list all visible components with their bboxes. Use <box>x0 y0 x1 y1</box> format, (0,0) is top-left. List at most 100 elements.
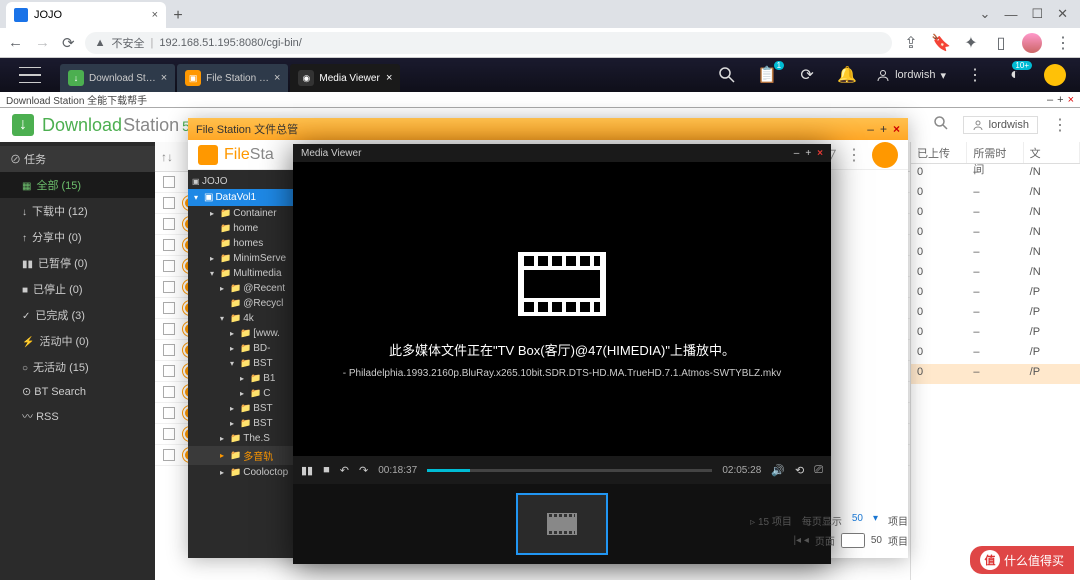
tree-node[interactable]: ▾📁BST <box>188 356 308 371</box>
tree-node[interactable]: ▸📁MinimServe <box>188 251 308 266</box>
close-icon[interactable]: ✕ <box>1057 6 1068 22</box>
tree-volume[interactable]: ▾▣ DataVol1 <box>188 189 308 206</box>
checkbox[interactable] <box>163 281 175 293</box>
search-icon[interactable] <box>716 64 738 86</box>
maximize-icon[interactable]: + <box>880 122 887 136</box>
maximize-icon[interactable]: ☐ <box>1031 6 1043 22</box>
cast-icon[interactable]: ⎚ <box>814 464 823 477</box>
minimize-icon[interactable]: — <box>1004 7 1017 22</box>
volume-icon[interactable]: 🔊 <box>771 464 785 477</box>
checkbox[interactable] <box>163 407 175 419</box>
refresh-icon[interactable]: ⟳ <box>796 64 818 86</box>
next-button[interactable]: ↷ <box>359 464 368 477</box>
tree-node[interactable]: ▸📁Container <box>188 206 308 221</box>
browser-tab[interactable]: JOJO × <box>6 2 166 28</box>
page-input[interactable] <box>841 533 865 548</box>
tree-node[interactable]: ▸📁BST <box>188 401 308 416</box>
checkbox[interactable] <box>163 302 175 314</box>
tree-node[interactable]: ▸📁The.S <box>188 431 308 446</box>
ds-user[interactable]: lordwish <box>963 116 1038 134</box>
fs-titlebar[interactable]: File Station 文件总管 – + × <box>188 118 908 140</box>
sort-icon[interactable]: ↑↓ <box>161 150 173 164</box>
pause-button[interactable]: ▮▮ <box>301 464 313 477</box>
dashboard-icon[interactable]: ◐10+ <box>1004 64 1026 86</box>
close-icon[interactable]: × <box>817 148 823 159</box>
more-icon[interactable]: ⋮ <box>1052 115 1068 135</box>
close-icon[interactable]: × <box>893 122 900 136</box>
tree-node[interactable]: 📁home <box>188 221 308 236</box>
url-input[interactable]: ▲ 不安全 | 192.168.51.195:8080/cgi-bin/ <box>85 32 892 54</box>
tree-root[interactable]: ▣JOJO <box>188 174 308 189</box>
bell-icon[interactable]: 🔔 <box>836 64 858 86</box>
tree-node[interactable]: ▸📁B1 <box>188 371 308 386</box>
user-menu[interactable]: lordwish ▾ <box>876 68 946 82</box>
mv-titlebar[interactable]: Media Viewer – + × <box>293 144 831 162</box>
checkbox[interactable] <box>163 239 175 251</box>
forward-icon[interactable]: → <box>35 34 50 52</box>
tree-node[interactable]: ▸📁BD- <box>188 341 308 356</box>
tree-node[interactable]: ▾📁4k <box>188 311 308 326</box>
seek-bar[interactable] <box>427 469 712 472</box>
bookmark-icon[interactable]: 🔖 <box>932 34 950 52</box>
tree-node-selected[interactable]: ▸📁多音轨 <box>188 446 308 465</box>
checkbox[interactable] <box>163 386 175 398</box>
sidebar-bt-search[interactable]: ⊙ BT Search <box>0 380 155 403</box>
apps-icon[interactable]: ▯ <box>992 34 1010 52</box>
tree-node[interactable]: 📁homes <box>188 236 308 251</box>
more-icon[interactable]: ⋮ <box>964 64 986 86</box>
checkbox[interactable] <box>163 197 175 209</box>
tab-close-icon[interactable]: × <box>152 9 158 21</box>
close-icon[interactable]: × <box>386 72 392 84</box>
avatar[interactable] <box>1044 64 1066 86</box>
new-tab-button[interactable]: + <box>166 4 190 28</box>
sidebar-item-inactive[interactable]: ○无活动 (15) <box>0 354 155 380</box>
tree-node[interactable]: 📁@Recycl <box>188 296 308 311</box>
prev-button[interactable]: ↶ <box>340 464 349 477</box>
checkbox[interactable] <box>163 344 175 356</box>
action-button[interactable] <box>872 142 898 168</box>
sidebar-item-downloading[interactable]: ↓下载中 (12) <box>0 198 155 224</box>
share-icon[interactable]: ⇪ <box>902 34 920 52</box>
checkbox[interactable] <box>163 365 175 377</box>
tree-node[interactable]: ▸📁@Recent <box>188 281 308 296</box>
clipboard-icon[interactable]: 📋1 <box>756 64 778 86</box>
back-icon[interactable]: ← <box>8 34 23 52</box>
close-icon[interactable]: × <box>274 72 280 84</box>
loop-icon[interactable]: ⟲ <box>795 464 804 477</box>
tree-node[interactable]: ▸📁Cooloctop <box>188 465 308 480</box>
minimize-icon[interactable]: – <box>867 122 874 136</box>
checkbox[interactable] <box>163 176 175 188</box>
profile-avatar[interactable] <box>1022 33 1042 53</box>
sidebar-item-all[interactable]: ▦全部 (15) <box>0 172 155 198</box>
checkbox[interactable] <box>163 428 175 440</box>
minimize-icon[interactable]: – <box>1047 94 1053 106</box>
qnap-tab-filestation[interactable]: ▣ File Station … × <box>177 64 288 92</box>
minimize-icon[interactable]: – <box>794 148 800 159</box>
close-icon[interactable]: × <box>161 72 167 84</box>
sidebar-item-paused[interactable]: ▮▮已暂停 (0) <box>0 250 155 276</box>
qnap-tab-mediaviewer[interactable]: ◉ Media Viewer × <box>290 64 400 92</box>
more-icon[interactable]: ⋮ <box>846 145 862 165</box>
sidebar-item-sharing[interactable]: ↑分享中 (0) <box>0 224 155 250</box>
maximize-icon[interactable]: + <box>805 148 811 159</box>
stop-button[interactable]: ■ <box>323 464 330 476</box>
qnap-tab-download[interactable]: ↓ Download St… × <box>60 64 175 92</box>
tree-node[interactable]: ▸📁BST <box>188 416 308 431</box>
extension-icon[interactable]: ✦ <box>962 34 980 52</box>
close-icon[interactable]: × <box>1068 94 1074 106</box>
checkbox[interactable] <box>163 218 175 230</box>
maximize-icon[interactable]: + <box>1057 94 1063 106</box>
search-icon[interactable] <box>933 115 949 136</box>
checkbox[interactable] <box>163 260 175 272</box>
sidebar-item-completed[interactable]: ✓已完成 (3) <box>0 302 155 328</box>
tree-node[interactable]: ▸📁C <box>188 386 308 401</box>
tree-node[interactable]: ▸📁[www. <box>188 326 308 341</box>
main-menu-button[interactable] <box>0 67 60 83</box>
sidebar-item-stopped[interactable]: ■已停止 (0) <box>0 276 155 302</box>
tree-node[interactable]: ▾📁Multimedia <box>188 266 308 281</box>
reload-icon[interactable]: ⟳ <box>62 34 75 52</box>
checkbox[interactable] <box>163 449 175 461</box>
checkbox[interactable] <box>163 323 175 335</box>
sidebar-item-active[interactable]: ⚡活动中 (0) <box>0 328 155 354</box>
thumbnail[interactable] <box>516 493 608 555</box>
